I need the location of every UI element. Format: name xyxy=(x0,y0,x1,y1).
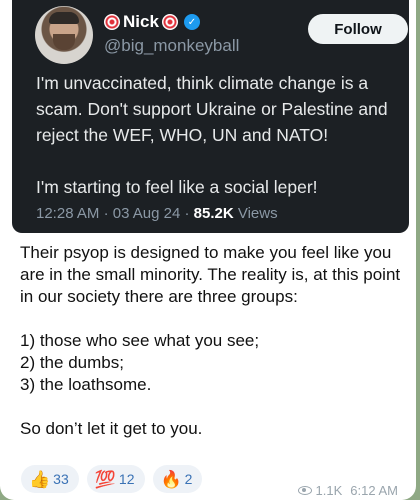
tweet-paragraph: I'm unvaccinated, think climate change i… xyxy=(36,73,388,145)
reaction-fire[interactable]: 🔥 2 xyxy=(152,465,203,493)
eye-icon xyxy=(297,486,312,495)
tweet-meta: 12:28 AM · 03 Aug 24 · 85.2K Views xyxy=(36,205,278,222)
reactions-bar: 👍 33 💯 12 🔥 2 xyxy=(21,465,203,493)
message-paragraph: Their psyop is designed to make you feel… xyxy=(20,243,401,306)
meta-separator: · xyxy=(184,205,190,222)
follow-button[interactable]: Follow xyxy=(308,14,408,44)
tweet-time: 12:28 AM xyxy=(36,205,100,222)
message-meta: 1.1K 6:12 AM xyxy=(297,483,398,498)
message-text: Their psyop is designed to make you feel… xyxy=(20,242,410,440)
avatar-beard xyxy=(53,34,75,50)
target-emoji-icon xyxy=(104,14,120,30)
tweet-paragraph: I'm starting to feel like a social leper… xyxy=(36,177,318,197)
fire-icon: 🔥 xyxy=(160,469,182,489)
reaction-count: 12 xyxy=(118,471,135,487)
thumbs-up-icon: 👍 xyxy=(29,469,51,489)
tweet-views-label: Views xyxy=(237,205,278,222)
message-paragraph: So don’t let it get to you. xyxy=(20,419,203,438)
reaction-count: 2 xyxy=(184,471,193,487)
tweet-date: 03 Aug 24 xyxy=(112,205,181,222)
verified-badge-icon: ✓ xyxy=(183,14,200,30)
reaction-count: 33 xyxy=(53,471,69,487)
author-handle[interactable]: @big_monkeyball xyxy=(104,36,239,56)
reaction-hundred[interactable]: 💯 12 xyxy=(86,465,145,493)
author-display-name[interactable]: Nick xyxy=(123,12,159,32)
target-emoji-icon xyxy=(161,14,178,30)
avatar-hat xyxy=(49,12,79,24)
message-bubble: Nick ✓ @big_monkeyball Follow I'm unvacc… xyxy=(0,0,416,500)
tweet-views-count: 85.2K xyxy=(193,205,234,222)
hundred-points-icon: 💯 xyxy=(94,469,116,489)
tweet-body: I'm unvaccinated, think climate change i… xyxy=(36,70,408,200)
avatar[interactable] xyxy=(35,6,93,64)
message-time: 6:12 AM xyxy=(350,483,398,498)
reaction-thumbs-up[interactable]: 👍 33 xyxy=(21,465,79,493)
message-views: 1.1K xyxy=(315,483,343,498)
meta-separator: · xyxy=(103,205,109,222)
message-paragraph: 1) those who see what you see; 2) the du… xyxy=(20,331,260,394)
tweet-author-row: Nick ✓ xyxy=(104,12,200,32)
embedded-tweet[interactable]: Nick ✓ @big_monkeyball Follow I'm unvacc… xyxy=(12,0,409,233)
